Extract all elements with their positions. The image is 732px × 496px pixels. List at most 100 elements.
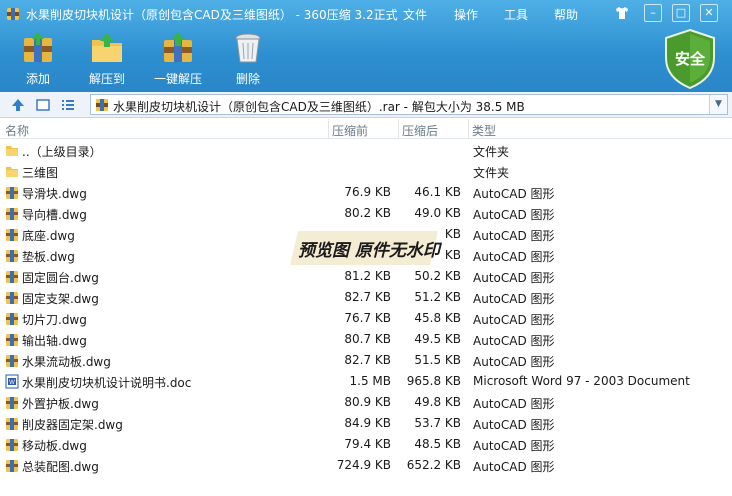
delete-icon xyxy=(235,33,261,63)
address-dropdown-icon[interactable]: ▼ xyxy=(709,95,727,114)
column-after[interactable]: 压缩后 xyxy=(402,122,438,139)
thumbnail-view-icon[interactable] xyxy=(35,97,51,113)
menu-help[interactable]: 帮助 xyxy=(554,6,578,23)
window-title: 水果削皮切块机设计（原创包含CAD及三维图纸） - 360压缩 3.2正式 xyxy=(26,8,398,22)
file-row[interactable]: 导滑块.dwg 76.9 KB 46.1 KB AutoCAD 图形 xyxy=(0,182,732,203)
file-row[interactable]: 削皮器固定架.dwg 84.9 KB 53.7 KB AutoCAD 图形 xyxy=(0,413,732,434)
file-size-before: 76.7 KB xyxy=(344,311,391,325)
minimize-button[interactable]: – xyxy=(644,4,662,22)
file-size-before: 81.2 KB xyxy=(344,269,391,283)
header-area: 水果削皮切块机设计（原创包含CAD及三维图纸） - 360压缩 3.2正式 文件… xyxy=(0,0,732,92)
dwg-file-icon xyxy=(5,311,19,326)
add-label: 添加 xyxy=(25,72,50,86)
security-shield[interactable]: 安全 xyxy=(662,28,718,90)
file-name: 移动板.dwg xyxy=(22,439,87,453)
security-label: 安全 xyxy=(674,50,705,68)
menu-tools[interactable]: 工具 xyxy=(504,6,528,23)
column-separator[interactable] xyxy=(328,119,329,139)
file-type: AutoCAD 图形 xyxy=(473,208,555,222)
file-name: 垫板.dwg xyxy=(22,250,75,264)
file-size-before: 80.9 KB xyxy=(344,395,391,409)
delete-button[interactable]: 删除 xyxy=(216,30,280,90)
file-name: 固定支架.dwg xyxy=(22,292,99,306)
column-separator[interactable] xyxy=(468,119,469,139)
extract-to-button[interactable]: 解压到 xyxy=(75,30,139,90)
one-click-extract-label: 一键解压 xyxy=(153,72,202,86)
dwg-file-icon xyxy=(5,248,19,263)
one-click-extract-icon xyxy=(164,32,192,62)
file-name: 三维图 xyxy=(22,166,59,180)
dwg-file-icon xyxy=(5,353,19,368)
file-size-after: KB xyxy=(444,227,461,241)
menu-operation[interactable]: 操作 xyxy=(454,6,478,23)
file-type: 文件夹 xyxy=(473,166,510,180)
file-row[interactable]: 固定支架.dwg 82.7 KB 51.2 KB AutoCAD 图形 xyxy=(0,287,732,308)
file-type: AutoCAD 图形 xyxy=(473,397,555,411)
address-field[interactable]: 水果削皮切块机设计（原创包含CAD及三维图纸）.rar - 解包大小为 38.5… xyxy=(90,94,728,115)
file-size-after: 50.2 KB xyxy=(414,269,461,283)
dwg-file-icon xyxy=(5,227,19,242)
file-size-after: 965.8 KB xyxy=(406,374,461,388)
file-name: 削皮器固定架.dwg xyxy=(22,418,123,432)
column-type[interactable]: 类型 xyxy=(472,122,496,139)
dwg-file-icon xyxy=(5,458,19,473)
file-row[interactable]: 三维图 文件夹 xyxy=(0,161,732,182)
file-type: AutoCAD 图形 xyxy=(473,334,555,348)
file-row[interactable]: 外置护板.dwg 80.9 KB 49.8 KB AutoCAD 图形 xyxy=(0,392,732,413)
file-type: AutoCAD 图形 xyxy=(473,292,555,306)
file-size-before: 724.9 KB xyxy=(336,458,391,472)
file-size-after: 45.8 KB xyxy=(414,311,461,325)
file-row[interactable]: ..（上级目录） 文件夹 xyxy=(0,140,732,161)
file-size-before: 82.7 KB xyxy=(344,353,391,367)
file-name: 水果削皮切块机设计说明书.doc xyxy=(22,376,192,390)
file-type: Microsoft Word 97 - 2003 Document xyxy=(473,374,690,388)
dwg-file-icon xyxy=(5,269,19,284)
delete-label: 删除 xyxy=(235,72,260,86)
one-click-extract-button[interactable]: 一键解压 xyxy=(146,30,210,90)
file-size-after: 48.5 KB xyxy=(414,437,461,451)
file-size-after: 51.2 KB xyxy=(414,290,461,304)
dwg-file-icon xyxy=(5,395,19,410)
file-row[interactable]: 移动板.dwg 79.4 KB 48.5 KB AutoCAD 图形 xyxy=(0,434,732,455)
file-name: 导向槽.dwg xyxy=(22,208,87,222)
file-name: 底座.dwg xyxy=(22,229,75,243)
file-size-after: 49.5 KB xyxy=(414,332,461,346)
file-list: ..（上级目录） 文件夹三维图 文件夹导滑块.dwg 76.9 KB 46.1 KB Au… xyxy=(0,140,732,476)
file-row[interactable]: 输出轴.dwg 80.7 KB 49.5 KB AutoCAD 图形 xyxy=(0,329,732,350)
file-row[interactable]: W 水果削皮切块机设计说明书.doc 1.5 MB 965.8 KB Microsoft… xyxy=(0,371,732,392)
watermark-text: 预览图 原件无水印 xyxy=(298,241,440,261)
up-arrow-icon[interactable] xyxy=(10,97,26,113)
file-row[interactable]: 切片刀.dwg 76.7 KB 45.8 KB AutoCAD 图形 xyxy=(0,308,732,329)
file-size-before: 84.9 KB xyxy=(344,416,391,430)
file-type: AutoCAD 图形 xyxy=(473,187,555,201)
file-row[interactable]: 总装配图.dwg 724.9 KB 652.2 KB AutoCAD 图形 xyxy=(0,455,732,476)
file-type: AutoCAD 图形 xyxy=(473,355,555,369)
file-type: AutoCAD 图形 xyxy=(473,439,555,453)
file-size-after: 53.7 KB xyxy=(414,416,461,430)
column-separator[interactable] xyxy=(398,119,399,139)
file-size-after: 51.5 KB xyxy=(414,353,461,367)
add-button[interactable]: 添加 xyxy=(6,30,70,90)
file-row[interactable]: 导向槽.dwg 80.2 KB 49.0 KB AutoCAD 图形 xyxy=(0,203,732,224)
file-size-after: 652.2 KB xyxy=(406,458,461,472)
file-type: AutoCAD 图形 xyxy=(473,418,555,432)
folder-icon xyxy=(5,164,19,179)
maximize-button[interactable]: □ xyxy=(672,4,690,22)
close-button[interactable]: ✕ xyxy=(700,4,718,22)
title-bar: 水果削皮切块机设计（原创包含CAD及三维图纸） - 360压缩 3.2正式 文件… xyxy=(0,0,732,28)
shirt-icon[interactable] xyxy=(614,5,630,21)
file-size-after: 49.8 KB xyxy=(414,395,461,409)
file-name: 固定圆台.dwg xyxy=(22,271,99,285)
menu-file[interactable]: 文件 xyxy=(403,6,427,23)
file-type: AutoCAD 图形 xyxy=(473,229,555,243)
file-row[interactable]: 水果流动板.dwg 82.7 KB 51.5 KB AutoCAD 图形 xyxy=(0,350,732,371)
column-before[interactable]: 压缩前 xyxy=(332,122,368,139)
file-size-after: KB xyxy=(444,248,461,262)
column-header: 名称 压缩前 压缩后 类型 xyxy=(0,119,732,139)
file-size-after: 49.0 KB xyxy=(414,206,461,220)
column-name[interactable]: 名称 xyxy=(5,122,29,139)
list-view-icon[interactable] xyxy=(60,97,76,113)
file-row[interactable]: 固定圆台.dwg 81.2 KB 50.2 KB AutoCAD 图形 xyxy=(0,266,732,287)
watermark: 预览图 原件无水印 xyxy=(288,229,440,267)
file-name: 水果流动板.dwg xyxy=(22,355,111,369)
